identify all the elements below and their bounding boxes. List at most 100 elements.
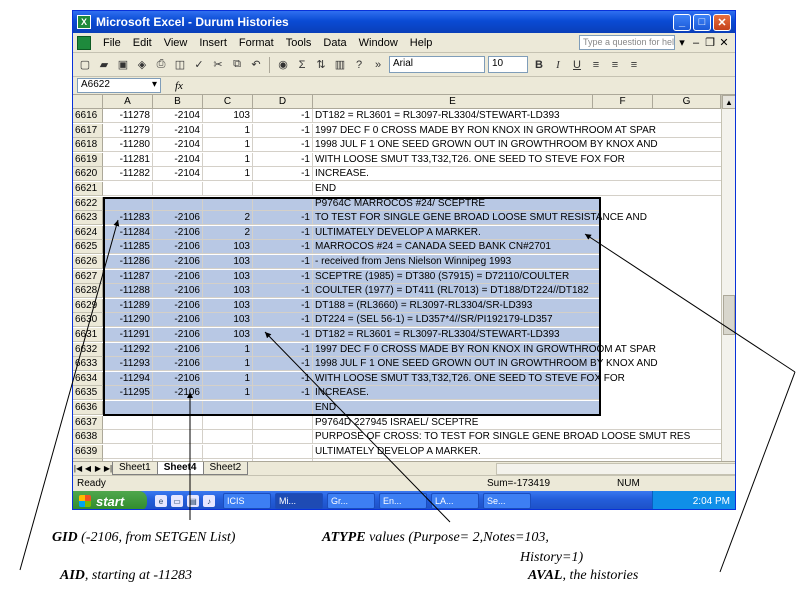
cell-b[interactable]: -2106: [153, 284, 203, 299]
cell-c[interactable]: 103: [203, 328, 253, 342]
menu-insert[interactable]: Insert: [193, 37, 233, 49]
column-header-a[interactable]: A: [103, 95, 153, 109]
row-header[interactable]: 6638: [73, 430, 103, 445]
cell-a[interactable]: [103, 196, 153, 211]
row-header[interactable]: 6634: [73, 371, 103, 386]
row-header[interactable]: 6639: [73, 444, 103, 459]
cell-d[interactable]: [253, 444, 313, 459]
cell-a[interactable]: [103, 415, 153, 430]
more-icon[interactable]: »: [370, 57, 386, 73]
cell-d[interactable]: -1: [253, 342, 313, 357]
horizontal-scrollbar[interactable]: [496, 462, 735, 475]
minimize-button[interactable]: _: [673, 13, 691, 31]
menu-format[interactable]: Format: [233, 37, 280, 49]
cell-d[interactable]: -1: [253, 313, 313, 328]
cell-c[interactable]: [203, 444, 253, 459]
row-header[interactable]: 6628: [73, 284, 103, 299]
tab-sheet1[interactable]: Sheet1: [112, 462, 158, 475]
cell-b[interactable]: [153, 182, 203, 196]
cell-c[interactable]: [203, 182, 253, 196]
cell-a[interactable]: -11284: [103, 225, 153, 240]
font-select[interactable]: Arial: [389, 56, 485, 73]
undo-icon[interactable]: ↶: [248, 57, 264, 73]
cell-c[interactable]: 1: [203, 138, 253, 153]
cell-c[interactable]: 1: [203, 371, 253, 386]
save-icon[interactable]: ▣: [115, 57, 131, 73]
cell-d[interactable]: -1: [253, 269, 313, 284]
row-header[interactable]: 6632: [73, 342, 103, 357]
column-header-g[interactable]: G: [653, 95, 721, 109]
cell-e[interactable]: INCREASE.: [313, 167, 721, 182]
cell-d[interactable]: -1: [253, 298, 313, 313]
print-icon[interactable]: ⎙: [153, 57, 169, 73]
cell-e[interactable]: P9764D 227945 ISRAEL/ SCEPTRE: [313, 416, 721, 430]
row-header[interactable]: 6620: [73, 167, 103, 182]
cell-a[interactable]: -11285: [103, 240, 153, 255]
cell-d[interactable]: -1: [253, 225, 313, 240]
column-header-b[interactable]: B: [153, 95, 203, 109]
cell-c[interactable]: 1: [203, 152, 253, 167]
cell-b[interactable]: [153, 401, 203, 415]
cell-c[interactable]: 2: [203, 211, 253, 226]
start-button[interactable]: start: [73, 491, 147, 509]
next-sheet-icon[interactable]: ▶: [93, 464, 103, 473]
cell-c[interactable]: [203, 401, 253, 415]
cell-d[interactable]: -1: [253, 211, 313, 226]
cell-c[interactable]: 103: [203, 313, 253, 328]
cell-a[interactable]: -11295: [103, 386, 153, 401]
cell-b[interactable]: -2104: [153, 167, 203, 182]
cell-d[interactable]: -1: [253, 357, 313, 372]
chevron-down-icon[interactable]: ▾: [675, 36, 689, 49]
copy-icon[interactable]: ⧉: [229, 57, 245, 73]
task-en[interactable]: En...: [379, 493, 427, 509]
desktop-icon[interactable]: ▭: [171, 495, 183, 507]
open-icon[interactable]: ▰: [96, 57, 112, 73]
cell-b[interactable]: [153, 196, 203, 211]
cell-a[interactable]: -11281: [103, 152, 153, 167]
font-size-select[interactable]: 10: [488, 56, 528, 73]
cell-d[interactable]: -1: [253, 109, 313, 123]
menu-file[interactable]: File: [97, 37, 127, 49]
cell-d[interactable]: [253, 415, 313, 430]
fx-icon[interactable]: fx: [175, 80, 183, 92]
spelling-icon[interactable]: ✓: [191, 57, 207, 73]
cell-b[interactable]: -2104: [153, 109, 203, 123]
cell-e[interactable]: 1997 DEC F 0 CROSS MADE BY RON KNOX IN G…: [313, 124, 721, 138]
maximize-button[interactable]: □: [693, 13, 711, 31]
cell-a[interactable]: -11287: [103, 269, 153, 284]
spreadsheet-grid[interactable]: A B C D E F G 6616 -11278 -2104 103 -1 DT182 = RL360…: [73, 95, 721, 461]
cell-a[interactable]: -11290: [103, 313, 153, 328]
row-header[interactable]: 6622: [73, 196, 103, 211]
cell-d[interactable]: -1: [253, 255, 313, 269]
column-header-e[interactable]: E: [313, 95, 593, 109]
cell-a[interactable]: [103, 401, 153, 415]
cell-a[interactable]: -11283: [103, 211, 153, 226]
cell-a[interactable]: -11282: [103, 167, 153, 182]
tab-sheet4[interactable]: Sheet4: [156, 462, 204, 475]
cell-c[interactable]: 103: [203, 298, 253, 313]
column-header-c[interactable]: C: [203, 95, 253, 109]
row-header[interactable]: 6616: [73, 109, 103, 123]
align-right-icon[interactable]: ≡: [626, 57, 642, 73]
italic-button[interactable]: I: [550, 57, 566, 73]
media-icon[interactable]: ♪: [203, 495, 215, 507]
cell-a[interactable]: -11278: [103, 109, 153, 123]
cell-c[interactable]: 1: [203, 386, 253, 401]
preview-icon[interactable]: ◫: [172, 57, 188, 73]
row-header[interactable]: 6636: [73, 401, 103, 415]
cell-c[interactable]: 1: [203, 342, 253, 357]
cell-b[interactable]: -2106: [153, 357, 203, 372]
row-header[interactable]: 6621: [73, 182, 103, 196]
cell-a[interactable]: -11292: [103, 342, 153, 357]
cell-e[interactable]: TO TEST FOR SINGLE GENE BROAD LOOSE SMUT…: [313, 211, 647, 226]
task-icis[interactable]: ICIS: [223, 493, 271, 509]
cell-e[interactable]: DT224 = (SEL 56-1) = LD357*4//SR/PI19217…: [313, 313, 601, 328]
cell-e[interactable]: WITH LOOSE SMUT T33,T32,T26. ONE SEED TO…: [313, 371, 625, 386]
underline-button[interactable]: U: [569, 57, 585, 73]
cell-b[interactable]: -2106: [153, 211, 203, 226]
cell-b[interactable]: -2106: [153, 225, 203, 240]
row-header[interactable]: 6637: [73, 415, 103, 430]
align-center-icon[interactable]: ≡: [607, 57, 623, 73]
doc-restore-icon[interactable]: ❐: [703, 36, 717, 49]
bold-button[interactable]: B: [531, 57, 547, 73]
